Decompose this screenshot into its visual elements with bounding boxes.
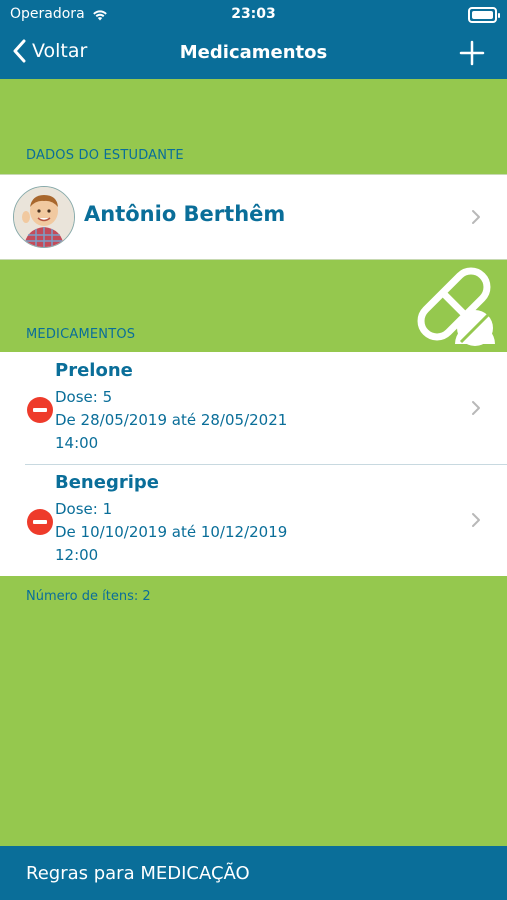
status-bar: Operadora 23:03 xyxy=(0,0,507,28)
medication-period: De 28/05/2019 até 28/05/2021 xyxy=(55,411,288,429)
battery-icon xyxy=(468,7,500,23)
top-bar: Operadora 23:03 Voltar Medicamentos xyxy=(0,0,507,79)
delete-icon[interactable] xyxy=(27,397,53,423)
item-count: Número de ítens: 2 xyxy=(26,589,151,604)
medication-dose: Dose: 5 xyxy=(55,388,113,406)
student-name: Antônio Berthêm xyxy=(84,202,286,226)
list-item[interactable]: Benegripe Dose: 1 De 10/10/2019 até 10/1… xyxy=(0,464,507,576)
list-item[interactable]: Prelone Dose: 5 De 28/05/2019 até 28/05/… xyxy=(0,352,507,465)
add-icon[interactable] xyxy=(459,40,485,66)
avatar xyxy=(13,186,75,248)
chevron-right-icon xyxy=(472,513,480,527)
student-row[interactable]: Antônio Berthêm xyxy=(0,174,507,260)
medication-time: 14:00 xyxy=(55,434,99,452)
medication-period: De 10/10/2019 até 10/12/2019 xyxy=(55,523,288,541)
rules-button[interactable]: Regras para MEDICAÇÃO xyxy=(0,846,507,900)
medications-section-header: MEDICAMENTOS xyxy=(26,327,136,342)
delete-icon[interactable] xyxy=(27,509,53,535)
medication-list: Prelone Dose: 5 De 28/05/2019 até 28/05/… xyxy=(0,352,507,576)
page-title: Medicamentos xyxy=(179,42,328,63)
rules-label: Regras para MEDICAÇÃO xyxy=(26,863,250,884)
student-section-header: DADOS DO ESTUDANTE xyxy=(26,148,184,163)
chevron-right-icon xyxy=(472,210,480,224)
chevron-right-icon xyxy=(472,401,480,415)
nav-bar: Voltar Medicamentos xyxy=(0,30,507,76)
status-time: 23:03 xyxy=(231,6,276,22)
medication-time: 12:00 xyxy=(55,546,99,564)
medication-name: Prelone xyxy=(55,360,133,381)
medication-dose: Dose: 1 xyxy=(55,500,113,518)
pill-icon xyxy=(417,267,495,346)
medication-name: Benegripe xyxy=(55,472,159,493)
